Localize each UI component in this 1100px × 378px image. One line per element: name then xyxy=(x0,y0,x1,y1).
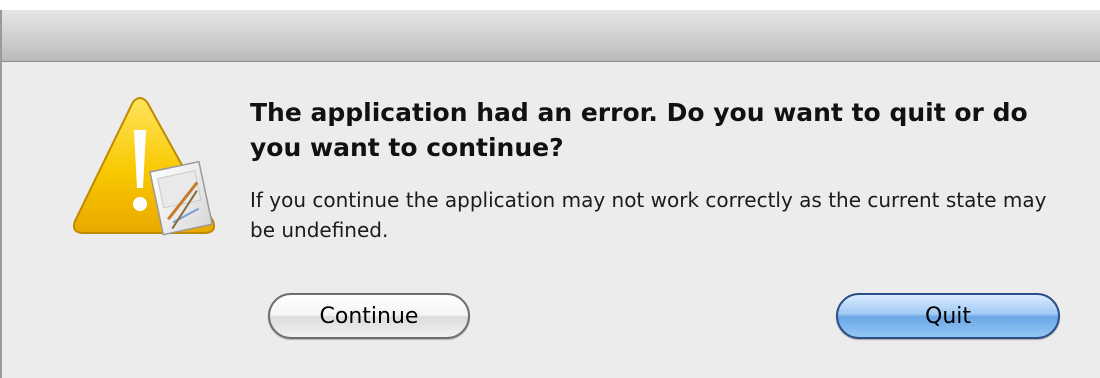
continue-button[interactable]: Continue xyxy=(268,293,470,339)
quit-button[interactable]: Quit xyxy=(836,293,1060,339)
caution-warning-icon xyxy=(70,96,220,256)
dialog-message: If you continue the application may not … xyxy=(250,188,1047,242)
dialog-title: The application had an error. Do you wan… xyxy=(250,98,1028,162)
window-titlebar[interactable] xyxy=(2,10,1100,62)
